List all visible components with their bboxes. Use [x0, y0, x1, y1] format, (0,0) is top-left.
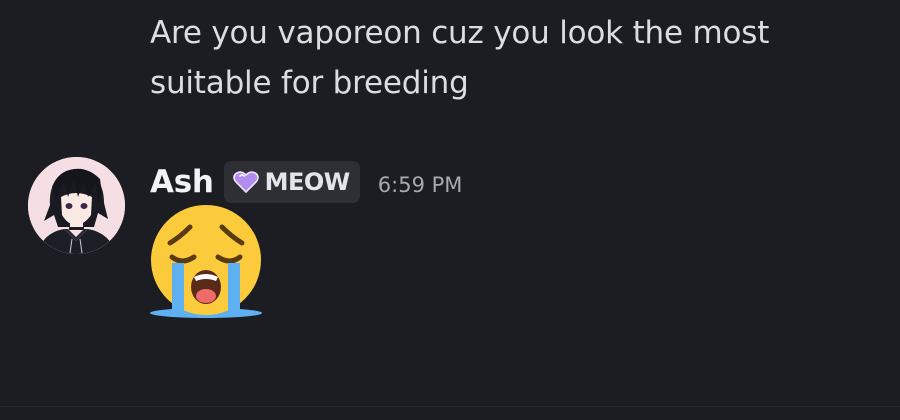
- server-tag-badge[interactable]: MEOW: [223, 161, 360, 203]
- server-tag-label: MEOW: [264, 168, 351, 196]
- avatar-image: [28, 157, 125, 254]
- message-timestamp[interactable]: 6:59 PM: [378, 167, 463, 197]
- divider: [0, 406, 900, 407]
- username[interactable]: Ash: [150, 164, 214, 200]
- message-header: Ash MEOW 6:59 PM: [150, 159, 462, 205]
- previous-message-text: Are you vaporeon cuz you look the most s…: [150, 15, 770, 101]
- loudly-crying-face-emoji[interactable]: [148, 205, 266, 321]
- purple-heart-icon: [232, 170, 259, 194]
- avatar[interactable]: [28, 157, 125, 254]
